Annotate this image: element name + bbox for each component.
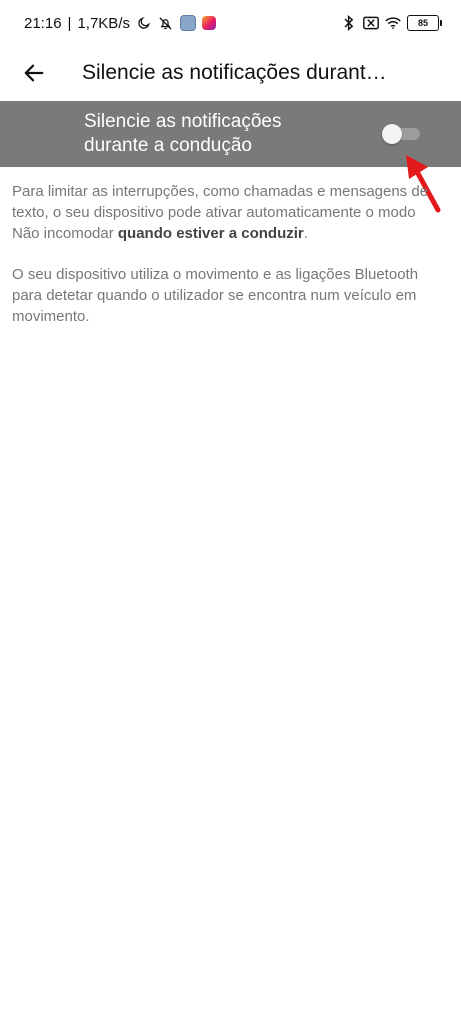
status-left: 21:16 | 1,7KB/s [24,15,216,32]
bluetooth-icon [341,15,357,31]
status-time: 21:16 [24,14,62,32]
status-right: 85 [341,15,442,31]
back-button[interactable] [16,55,52,91]
status-bar: 21:16 | 1,7KB/s 85 [0,0,461,46]
wifi-icon [385,15,401,31]
app-icon [179,15,196,31]
app-bar: Silencie as notificações durant… [0,46,461,100]
arrow-left-icon [24,64,44,82]
setting-row-driving-silence[interactable]: Silencie as notificações durante a condu… [0,101,461,167]
description-paragraph-2: O seu dispositivo utiliza o movimento e … [12,266,419,325]
toggle-thumb [382,124,402,144]
bell-off-icon [158,15,174,31]
description-paragraph-1: Para limitar as interrupções, como chama… [12,181,442,244]
driving-silence-toggle[interactable] [382,124,420,144]
description-bold: quando estiver a conduzir [117,225,304,242]
status-speed: 1,7KB/s [77,14,130,32]
battery-icon: 85 [407,15,442,31]
moon-icon [136,15,152,31]
status-separator: | [67,14,72,32]
setting-label: Silencie as notificações durante a condu… [84,111,282,156]
description-period: . [303,225,308,242]
description: Para limitar as interrupções, como chama… [12,181,442,347]
page-title: Silencie as notificações durant… [82,61,387,84]
no-sim-icon [363,15,379,31]
instagram-icon [201,16,216,30]
